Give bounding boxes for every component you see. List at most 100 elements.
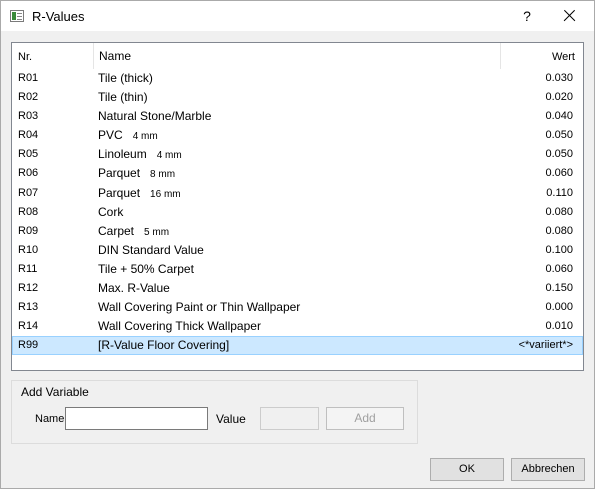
row-wert: 0.100 xyxy=(545,243,573,256)
row-nr: R01 xyxy=(18,72,39,84)
row-name: Linoleum 4 mm xyxy=(98,147,182,161)
cancel-button[interactable]: Abbrechen xyxy=(511,458,585,481)
row-wert: 0.050 xyxy=(545,129,573,142)
column-header-name[interactable]: Name xyxy=(99,49,131,63)
row-name: Parquet 16 mm xyxy=(98,186,181,200)
row-name-text: Wall Covering Paint or Thin Wallpaper xyxy=(98,300,301,315)
list-rows: R01 Tile (thick) 0.030 R02 Tile (thin) 0.020 R… xyxy=(12,69,583,356)
row-nr: R02 xyxy=(18,91,39,104)
row-wert: 0.030 xyxy=(545,72,573,84)
row-nr: R12 xyxy=(18,282,39,295)
table-row[interactable]: R14 Wall Covering Thick Wallpaper 0.010 xyxy=(12,317,583,336)
row-name-text: Cork xyxy=(98,204,124,219)
close-icon[interactable] xyxy=(557,5,581,27)
column-divider[interactable] xyxy=(93,43,94,69)
row-nr: R08 xyxy=(18,205,39,218)
row-name-text: Wall Covering Thick Wallpaper xyxy=(98,319,261,334)
row-name: Tile (thick) xyxy=(98,71,153,85)
row-name-text: [R-Value Floor Covering] xyxy=(98,338,230,353)
row-name: Max. R-Value xyxy=(98,281,170,295)
column-header-wert[interactable]: Wert xyxy=(552,51,575,63)
table-row[interactable]: R09 Carpet 5 mm 0.080 xyxy=(12,222,583,241)
table-row[interactable]: R06 Parquet 8 mm 0.060 xyxy=(12,164,583,183)
row-name-text: Tile + 50% Carpet xyxy=(98,261,194,276)
table-row[interactable]: R08 Cork 0.080 xyxy=(12,203,583,222)
row-name: Tile (thin) xyxy=(98,90,148,104)
table-row[interactable]: R04 PVC 4 mm 0.050 xyxy=(12,126,583,145)
row-name: Parquet 8 mm xyxy=(98,166,175,180)
row-nr: R13 xyxy=(18,301,39,314)
row-name: Carpet 5 mm xyxy=(98,224,169,238)
row-wert: 0.080 xyxy=(545,205,573,218)
list-header: Nr. Name Wert xyxy=(12,43,583,69)
row-nr: R05 xyxy=(18,148,39,161)
row-nr: R99 xyxy=(18,339,39,352)
column-divider[interactable] xyxy=(500,43,501,69)
row-name: Wall Covering Thick Wallpaper xyxy=(98,319,261,333)
row-name: Cork xyxy=(98,205,123,219)
table-row[interactable]: R10 DIN Standard Value 0.100 xyxy=(12,241,583,260)
row-nr: R06 xyxy=(18,167,39,180)
table-row[interactable]: R12 Max. R-Value 0.150 xyxy=(12,279,583,298)
row-nr: R10 xyxy=(18,243,39,256)
row-wert: 0.020 xyxy=(545,91,573,104)
row-thickness: 4 mm xyxy=(156,150,182,162)
app-icon xyxy=(10,10,24,22)
row-wert: <*variiert*> xyxy=(518,339,573,352)
value-input[interactable] xyxy=(260,407,319,430)
row-name-text: Parquet xyxy=(98,166,141,181)
row-nr: R09 xyxy=(18,224,39,237)
row-name-text: Parquet xyxy=(98,185,141,200)
table-row[interactable]: R01 Tile (thick) 0.030 xyxy=(12,69,583,88)
name-label: Name xyxy=(35,413,65,425)
group-title: Add Variable xyxy=(21,385,89,399)
table-row[interactable]: R02 Tile (thin) 0.020 xyxy=(12,88,583,107)
table-row[interactable]: R11 Tile + 50% Carpet 0.060 xyxy=(12,260,583,279)
window-title: R-Values xyxy=(32,9,85,24)
row-name: DIN Standard Value xyxy=(98,243,204,257)
row-name: Tile + 50% Carpet xyxy=(98,262,194,276)
table-row[interactable]: R99 [R-Value Floor Covering] <*variiert*> xyxy=(12,336,583,356)
row-wert: 0.150 xyxy=(545,282,573,295)
row-wert: 0.060 xyxy=(545,167,573,180)
row-wert: 0.040 xyxy=(545,110,573,123)
row-name-text: DIN Standard Value xyxy=(98,242,204,257)
row-nr: R04 xyxy=(18,129,39,142)
row-nr: R11 xyxy=(18,262,38,275)
row-name: Natural Stone/Marble xyxy=(98,109,211,123)
row-name-text: Tile (thick) xyxy=(98,71,153,85)
table-row[interactable]: R07 Parquet 16 mm 0.110 xyxy=(12,184,583,203)
row-wert: 0.060 xyxy=(545,262,573,275)
column-header-nr[interactable]: Nr. xyxy=(18,51,32,63)
title-bar: R-Values ? xyxy=(1,1,594,31)
row-name-text: Tile (thin) xyxy=(98,90,148,105)
row-wert: 0.110 xyxy=(546,186,573,199)
table-row[interactable]: R13 Wall Covering Paint or Thin Wallpaper… xyxy=(12,298,583,317)
row-nr: R07 xyxy=(18,186,39,199)
row-name: [R-Value Floor Covering] xyxy=(98,338,229,352)
name-input[interactable] xyxy=(65,407,208,430)
help-button[interactable]: ? xyxy=(516,3,538,29)
row-thickness: 16 mm xyxy=(150,188,181,200)
row-wert: 0.080 xyxy=(545,224,573,237)
row-name-text: PVC xyxy=(98,128,123,143)
row-thickness: 5 mm xyxy=(144,226,170,238)
row-thickness: 4 mm xyxy=(132,131,158,143)
table-row[interactable]: R05 Linoleum 4 mm 0.050 xyxy=(12,145,583,164)
add-button[interactable]: Add xyxy=(326,407,404,430)
row-name: PVC 4 mm xyxy=(98,128,158,142)
ok-button[interactable]: OK xyxy=(430,458,504,481)
r-values-list[interactable]: Nr. Name Wert R01 Tile (thick) 0.030 R02 Til… xyxy=(11,42,584,371)
row-name-text: Linoleum xyxy=(98,147,147,162)
value-label: Value xyxy=(216,412,246,426)
add-variable-group: Add Variable Name Value Add xyxy=(11,380,418,444)
row-nr: R03 xyxy=(18,110,39,123)
row-name: Wall Covering Paint or Thin Wallpaper xyxy=(98,300,300,314)
row-wert: 0.050 xyxy=(545,148,573,161)
table-row[interactable]: R03 Natural Stone/Marble 0.040 xyxy=(12,107,583,126)
row-nr: R14 xyxy=(18,320,39,333)
row-name-text: Natural Stone/Marble xyxy=(98,109,212,124)
row-name-text: Carpet xyxy=(98,223,135,238)
r-values-dialog: R-Values ? Nr. Name Wert R01 Tile (thick)… xyxy=(0,0,595,489)
row-thickness: 8 mm xyxy=(150,169,176,181)
